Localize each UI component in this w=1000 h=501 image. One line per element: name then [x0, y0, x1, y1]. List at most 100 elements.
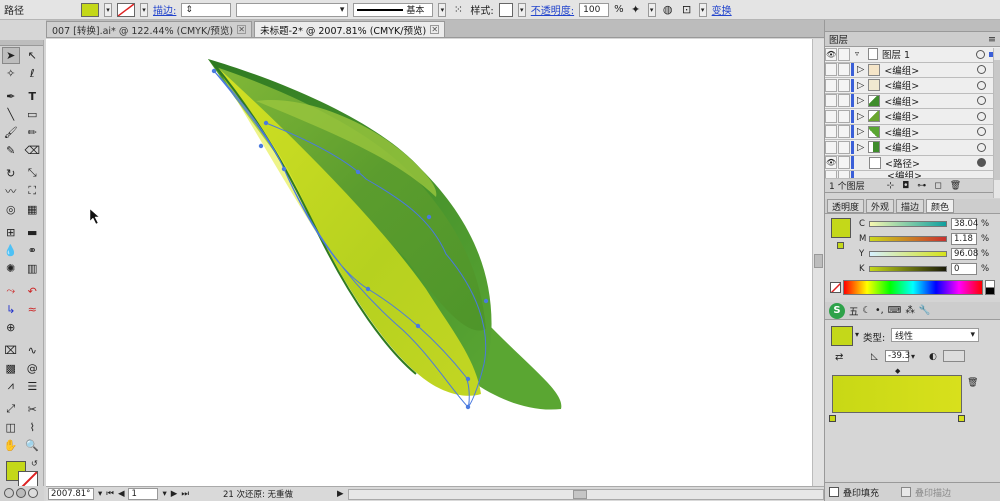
lock-cell[interactable] [838, 156, 850, 170]
expand-arrow-icon[interactable]: ▷ [857, 126, 864, 137]
artboard-canvas[interactable] [46, 39, 812, 486]
layer-row-sub[interactable]: ▷ <编组> [825, 62, 1000, 78]
fill-color-swatch[interactable] [831, 218, 851, 238]
layer-row-sub[interactable]: ▷ <编组> [825, 93, 1000, 109]
direct-selection-tool-icon[interactable]: ↖ [23, 47, 41, 64]
yellow-value[interactable]: 96.08 [951, 247, 978, 260]
perspective-grid-tool-icon[interactable]: ▦ [23, 201, 41, 218]
wave-red-tool-icon[interactable]: ≈ [23, 301, 41, 318]
stroke-label-link[interactable]: 描边: [153, 2, 176, 17]
stroke-swatch-none[interactable] [117, 2, 135, 17]
aspect-icon[interactable]: ◐ [929, 352, 937, 362]
next-page-button[interactable]: ▶ [171, 489, 178, 499]
close-icon[interactable]: ✕ [237, 25, 247, 34]
white-black-swatches[interactable] [985, 280, 995, 295]
globe-icon[interactable]: ◍ [661, 3, 675, 17]
magenta-value[interactable]: 1.18 [951, 232, 977, 245]
keyboard-icon[interactable]: ⌨ [888, 305, 902, 316]
angle-dropdown-arrow[interactable]: ▾ [911, 352, 915, 361]
variable-width-dropdown[interactable]: ▾ [236, 2, 349, 17]
draw-normal-icon[interactable] [4, 488, 14, 498]
visibility-eye-icon[interactable] [825, 78, 837, 92]
spiral-tool-icon[interactable]: @ [23, 360, 41, 377]
fill-swatch[interactable] [81, 2, 99, 17]
symbol-sprayer-tool-icon[interactable]: ✺ [2, 260, 20, 277]
overprint-fill-checkbox[interactable] [829, 487, 839, 497]
close-icon[interactable]: ✕ [430, 25, 440, 34]
expand-arrow-icon[interactable]: ▷ [857, 111, 864, 122]
new-layer-icon[interactable]: ◻ [934, 181, 941, 191]
align-icon[interactable]: ⊡ [680, 3, 694, 17]
gradient-stop-right[interactable] [958, 415, 965, 422]
cyan-slider[interactable] [869, 220, 947, 227]
zoom-field[interactable]: 2007.81° [48, 488, 94, 500]
page-dropdown-arrow[interactable]: ▾ [162, 489, 166, 499]
expand-arrow-icon[interactable]: ▷ [857, 64, 864, 75]
layer-row-sub[interactable]: ▷ <编组> [825, 124, 1000, 140]
horizontal-scrollbar[interactable] [347, 488, 824, 500]
overprint-stroke-checkbox[interactable] [901, 487, 912, 497]
eyedrop2-tool-icon[interactable]: ⌇ [23, 419, 41, 436]
new-sublayer-icon[interactable]: ⊶ [917, 181, 926, 191]
prev-page-button[interactable]: ◀ [118, 489, 125, 499]
angle-icon[interactable]: ◺ [871, 352, 878, 362]
gradient-stop-left[interactable] [829, 415, 836, 422]
magenta-slider[interactable] [869, 235, 947, 242]
reverse-gradient-icon[interactable]: ⇄ [835, 352, 843, 363]
swap-arrows-icon[interactable]: ↺ [31, 459, 38, 468]
style-dropdown-arrow[interactable]: ▾ [517, 2, 526, 17]
panel-menu-icon[interactable]: ≡ [988, 34, 996, 45]
moon-icon[interactable]: ☾ [863, 305, 872, 316]
line-tool-icon[interactable]: ╲ [2, 106, 20, 123]
status-menu-arrow[interactable]: ▶ [337, 489, 344, 499]
color-spectrum-bar[interactable] [843, 280, 983, 295]
gradient-slider-bar[interactable] [832, 375, 962, 413]
path-blue-tool-icon[interactable]: ↳ [2, 301, 20, 318]
warp-tool-icon[interactable]: 〰 [2, 183, 20, 200]
angle-field[interactable]: -39.3 [885, 350, 910, 362]
target-circle-icon[interactable] [977, 127, 986, 137]
layer-row-sub-partial[interactable]: <编组> [825, 171, 1000, 179]
lock-cell[interactable] [838, 47, 850, 61]
draw-inside-icon[interactable] [28, 488, 38, 498]
item-name[interactable]: <编组> [884, 140, 919, 154]
lasso-tool-icon[interactable]: ℓ [23, 65, 41, 82]
hscroll-thumb[interactable] [572, 489, 587, 499]
stroke-profile-dropdown[interactable]: 基本 [353, 2, 434, 17]
menu-dots-icon[interactable]: ⁂ [905, 305, 915, 316]
aspect-field[interactable] [943, 350, 965, 362]
dock-scrollbar[interactable] [993, 48, 1000, 198]
layer-row-sub[interactable]: ▷ <编组> [825, 140, 1000, 156]
scissors-tool-icon[interactable]: ✂ [23, 401, 41, 418]
item-name[interactable]: <编组> [884, 125, 919, 139]
type-tool-icon[interactable]: T [23, 88, 41, 105]
target-circle-icon[interactable] [977, 96, 986, 106]
graphic-style-swatch[interactable] [498, 2, 513, 17]
leaf-artwork[interactable] [46, 39, 812, 486]
column-graph-tool-icon[interactable]: ▥ [23, 260, 41, 277]
magic-wand-tool-icon[interactable]: ✧ [2, 65, 20, 82]
visibility-eye-icon[interactable] [825, 140, 837, 154]
clip-mask-icon[interactable]: ◘ [902, 181, 909, 191]
black-slider[interactable] [869, 265, 947, 272]
expand-arrow-icon[interactable]: ▷ [857, 142, 864, 153]
anchor-red-tool-icon[interactable]: ⤳ [2, 283, 20, 300]
none-color-swatch[interactable] [830, 282, 841, 293]
target-circle-icon[interactable] [977, 111, 986, 121]
shape-builder-tool-icon[interactable]: ◎ [2, 201, 20, 218]
opacity-field[interactable]: 100 [579, 2, 610, 17]
scroll-thumb[interactable] [814, 254, 823, 268]
tab-color[interactable]: 颜色 [926, 199, 955, 213]
visibility-eye-icon[interactable] [825, 63, 837, 77]
pencil-tool-icon[interactable]: ✏ [23, 124, 41, 141]
visibility-eye-icon[interactable] [825, 109, 837, 123]
tab-document-007[interactable]: 007 [转换].ai* @ 122.44% (CMYK/预览) ✕ [46, 21, 253, 37]
visibility-eye-icon[interactable]: 👁 [825, 47, 837, 61]
last-page-button[interactable]: ⏭ [181, 489, 189, 499]
grid-tool-icon[interactable]: ▩ [2, 360, 20, 377]
cyan-value[interactable]: 38.04 [951, 217, 978, 230]
zigzag-tool-icon[interactable]: ⩘ [2, 378, 20, 395]
tab-appearance[interactable]: 外观 [866, 199, 895, 213]
tab-document-untitled-2[interactable]: 未标题-2* @ 2007.81% (CMYK/预览) ✕ [254, 21, 446, 37]
recolor-dropdown-arrow[interactable]: ▾ [647, 2, 656, 17]
